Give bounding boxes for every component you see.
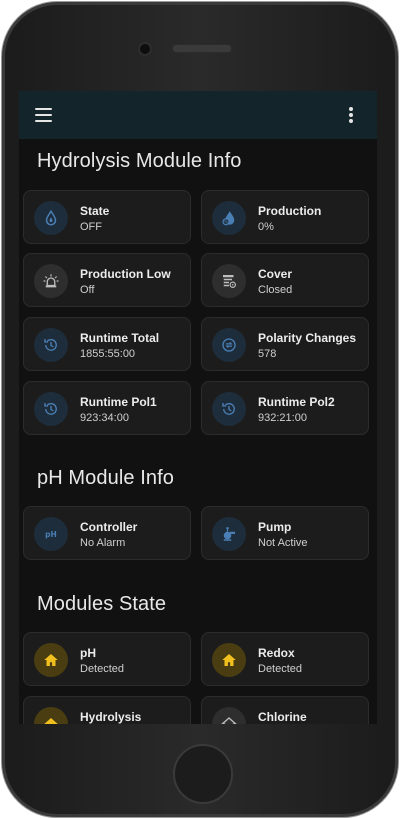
- card-runtime-total[interactable]: Runtime Total 1855:55:00: [23, 317, 191, 371]
- card-value: OFF: [80, 221, 102, 233]
- svg-text:%: %: [224, 220, 229, 226]
- more-vert-icon[interactable]: [348, 107, 354, 123]
- card-module-chlorine[interactable]: Chlorine: [201, 696, 369, 724]
- section-title-ph: pH Module Info: [37, 467, 175, 489]
- card-module-redox[interactable]: Redox Detected: [201, 632, 369, 686]
- home-outline-icon: [212, 707, 246, 724]
- card-name: Redox: [258, 646, 295, 660]
- card-controller[interactable]: pH Controller No Alarm: [23, 506, 191, 560]
- card-runtime-pol2[interactable]: Runtime Pol2 932:21:00: [201, 381, 369, 435]
- svg-text:pH: pH: [45, 530, 57, 539]
- card-name: Hydrolysis: [80, 710, 142, 724]
- pool-cover-icon: [212, 264, 246, 298]
- card-polarity-changes[interactable]: Polarity Changes 578: [201, 317, 369, 371]
- section-title-hydrolysis: Hydrolysis Module Info: [37, 150, 242, 172]
- front-camera: [138, 42, 152, 56]
- card-value: Detected: [80, 663, 125, 675]
- home-icon: [212, 643, 246, 677]
- card-value: 932:21:00: [258, 412, 307, 424]
- card-value: 923:34:00: [80, 412, 129, 424]
- card-production-low[interactable]: Production Low Off: [23, 253, 191, 307]
- card-name: Production Low: [80, 267, 171, 281]
- pump-icon: [212, 517, 246, 551]
- card-name: State: [80, 204, 110, 218]
- history-icon: [34, 328, 68, 362]
- card-state[interactable]: State OFF: [23, 190, 191, 244]
- card-runtime-pol1[interactable]: Runtime Pol1 923:34:00: [23, 381, 191, 435]
- earpiece-speaker: [172, 44, 232, 53]
- swap-circle-icon: [212, 328, 246, 362]
- history-icon: [212, 392, 246, 426]
- water-percent-icon: %: [212, 201, 246, 235]
- card-value: Not Active: [258, 537, 308, 549]
- menu-icon[interactable]: [35, 108, 52, 122]
- card-name: Polarity Changes: [258, 331, 357, 345]
- history-icon: [34, 392, 68, 426]
- card-value: 578: [258, 348, 277, 360]
- app-toolbar: [19, 91, 377, 139]
- dashboard-content: Hydrolysis Module Info State OFF % Produ…: [19, 139, 377, 724]
- card-production[interactable]: % Production 0%: [201, 190, 369, 244]
- card-name: Cover: [258, 267, 293, 281]
- home-button[interactable]: [173, 744, 233, 804]
- card-value: No Alarm: [80, 537, 126, 549]
- card-name: Runtime Pol2: [258, 395, 335, 409]
- card-name: Runtime Pol1: [80, 395, 157, 409]
- water-drop-icon: [34, 201, 68, 235]
- card-name: Chlorine: [258, 710, 307, 724]
- card-module-hydrolysis[interactable]: Hydrolysis: [23, 696, 191, 724]
- app-screen: Hydrolysis Module Info State OFF % Produ…: [19, 91, 377, 724]
- card-name: Controller: [80, 520, 138, 534]
- home-icon: [34, 707, 68, 724]
- alarm-light-icon: [34, 264, 68, 298]
- card-value: Closed: [258, 284, 293, 296]
- card-pump[interactable]: Pump Not Active: [201, 506, 369, 560]
- card-value: 1855:55:00: [80, 348, 136, 360]
- card-value: 0%: [258, 221, 274, 233]
- card-module-ph[interactable]: pH Detected: [23, 632, 191, 686]
- card-value: Off: [80, 284, 95, 296]
- home-icon: [34, 643, 68, 677]
- ph-icon: pH: [34, 517, 68, 551]
- card-name: pH: [80, 646, 96, 660]
- card-value: Detected: [258, 663, 303, 675]
- section-title-modules: Modules State: [37, 593, 167, 615]
- card-name: Production: [258, 204, 322, 218]
- card-name: Pump: [258, 520, 292, 534]
- card-name: Runtime Total: [80, 331, 160, 345]
- card-cover[interactable]: Cover Closed: [201, 253, 369, 307]
